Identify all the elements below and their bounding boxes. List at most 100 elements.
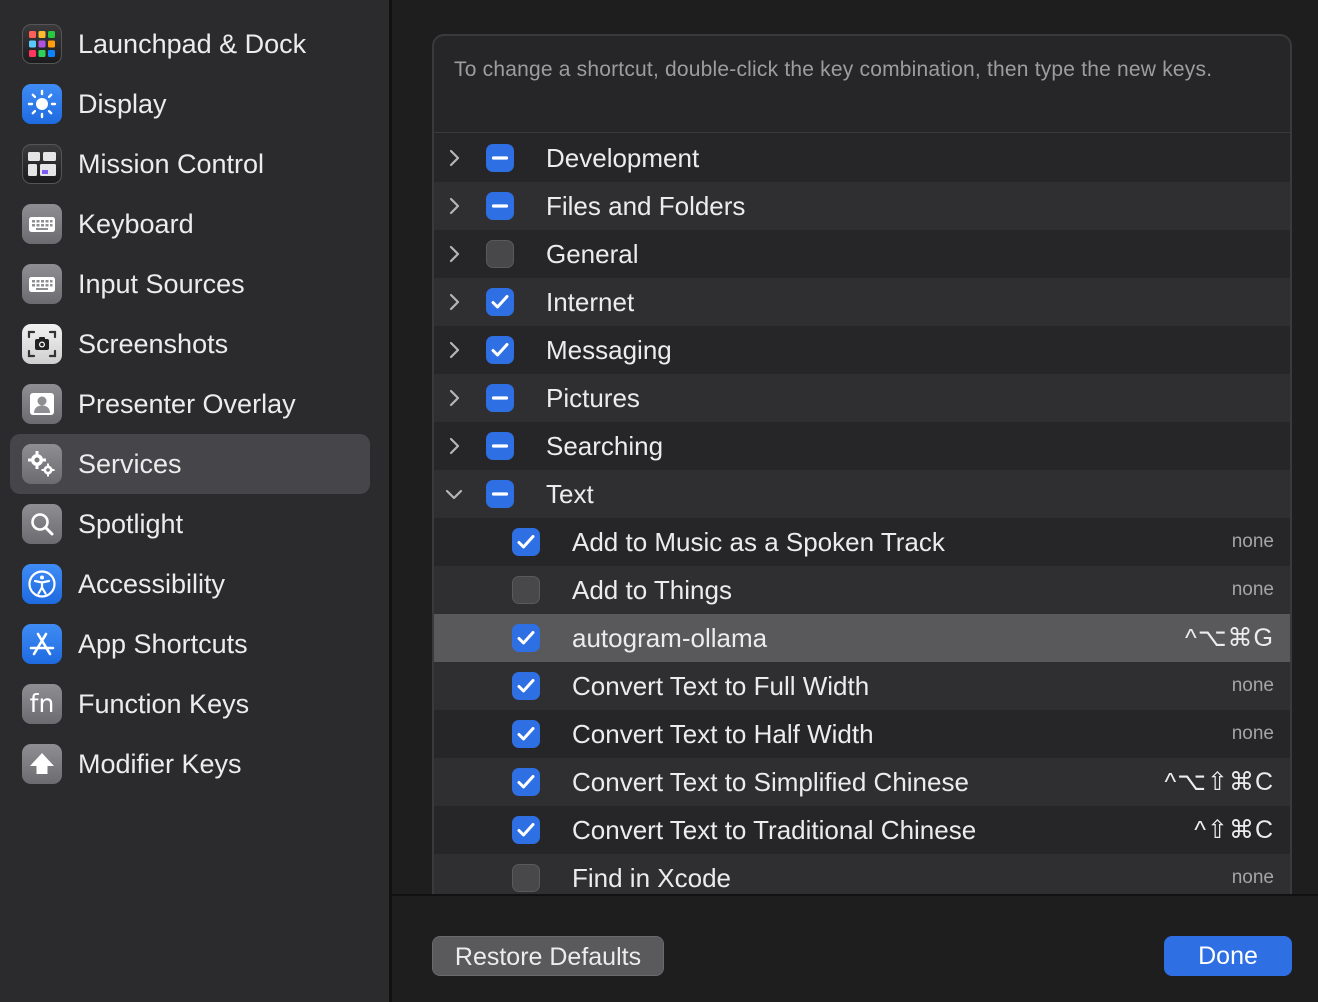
- checkbox[interactable]: [512, 576, 540, 604]
- accessibility-icon: [22, 564, 62, 604]
- sidebar-item-services[interactable]: Services: [10, 434, 370, 494]
- category-row[interactable]: Messaging: [434, 326, 1290, 374]
- chevron-right-icon[interactable]: [442, 386, 466, 410]
- magnifier-icon: [22, 504, 62, 544]
- sidebar-item-keyboard[interactable]: Keyboard: [10, 194, 370, 254]
- sun-icon: [22, 84, 62, 124]
- sidebar-item-screenshots[interactable]: Screenshots: [10, 314, 370, 374]
- checkmark-icon: [517, 679, 535, 693]
- category-row[interactable]: Internet: [434, 278, 1290, 326]
- dash-icon: [491, 492, 509, 496]
- category-label: General: [546, 239, 639, 269]
- chevron-down-icon[interactable]: [442, 482, 466, 506]
- chevron-right-icon[interactable]: [442, 338, 466, 362]
- sidebar-item-spotlight[interactable]: Spotlight: [10, 494, 370, 554]
- sidebar-item-input-sources[interactable]: Input Sources: [10, 254, 370, 314]
- dash-icon: [491, 204, 509, 208]
- shortcut-field[interactable]: none: [1232, 566, 1274, 614]
- camera-icon: [22, 324, 62, 364]
- done-button[interactable]: Done: [1164, 936, 1292, 976]
- category-row[interactable]: Searching: [434, 422, 1290, 470]
- checkbox[interactable]: [512, 768, 540, 796]
- service-row[interactable]: Add to Music as a Spoken Track none: [434, 518, 1290, 566]
- up-arrow-icon: [22, 744, 62, 784]
- chevron-right-icon[interactable]: [442, 290, 466, 314]
- chevron-right-icon[interactable]: [442, 242, 466, 266]
- sidebar-item-label: Modifier Keys: [78, 749, 242, 779]
- service-label: Convert Text to Full Width: [572, 671, 870, 701]
- divider: [392, 894, 1318, 896]
- category-label: Internet: [546, 287, 635, 317]
- dash-icon: [491, 444, 509, 448]
- sidebar-item-label: Presenter Overlay: [78, 389, 296, 419]
- checkbox[interactable]: [512, 720, 540, 748]
- category-row[interactable]: Development: [434, 134, 1290, 182]
- checkmark-icon: [517, 727, 535, 741]
- chevron-right-icon[interactable]: [442, 194, 466, 218]
- checkbox[interactable]: [512, 528, 540, 556]
- checkbox[interactable]: [512, 816, 540, 844]
- category-label: Files and Folders: [546, 191, 746, 221]
- sidebar-item-label: Spotlight: [78, 509, 184, 539]
- checkmark-icon: [517, 631, 535, 645]
- sidebar-item-launchpad-dock[interactable]: Launchpad & Dock: [10, 14, 370, 74]
- fn-icon: fn: [22, 684, 62, 724]
- checkbox[interactable]: [486, 240, 514, 268]
- service-row[interactable]: autogram-ollama ^⌥⌘G: [434, 614, 1290, 662]
- shortcut-field[interactable]: ^⌥⌘G: [1185, 614, 1274, 662]
- shortcut-field[interactable]: none: [1232, 854, 1274, 894]
- service-row[interactable]: Convert Text to Full Width none: [434, 662, 1290, 710]
- shortcut-field[interactable]: ^⌥⇧⌘C: [1164, 758, 1274, 806]
- sidebar-item-mission-control[interactable]: Mission Control: [10, 134, 370, 194]
- chevron-right-icon[interactable]: [442, 434, 466, 458]
- sidebar-item-function-keys[interactable]: fn Function Keys: [10, 674, 370, 734]
- app-store-icon: [22, 624, 62, 664]
- category-row[interactable]: Pictures: [434, 374, 1290, 422]
- checkbox[interactable]: [486, 144, 514, 172]
- sidebar: Launchpad & Dock Display Mission Control…: [0, 0, 389, 1002]
- shortcut-field[interactable]: none: [1232, 710, 1274, 758]
- service-row[interactable]: Convert Text to Traditional Chinese ^⇧⌘C: [434, 806, 1290, 854]
- checkbox[interactable]: [512, 624, 540, 652]
- sidebar-item-label: Input Sources: [78, 269, 245, 299]
- sidebar-item-modifier-keys[interactable]: Modifier Keys: [10, 734, 370, 794]
- dash-icon: [491, 156, 509, 160]
- checkbox[interactable]: [512, 864, 540, 892]
- checkbox[interactable]: [486, 480, 514, 508]
- category-label: Development: [546, 143, 700, 173]
- shortcut-field[interactable]: none: [1232, 518, 1274, 566]
- checkbox[interactable]: [486, 288, 514, 316]
- sidebar-item-display[interactable]: Display: [10, 74, 370, 134]
- service-row[interactable]: Convert Text to Half Width none: [434, 710, 1290, 758]
- chevron-right-icon[interactable]: [442, 146, 466, 170]
- category-row[interactable]: General: [434, 230, 1290, 278]
- sidebar-item-presenter-overlay[interactable]: Presenter Overlay: [10, 374, 370, 434]
- checkbox[interactable]: [486, 432, 514, 460]
- divider: [434, 132, 1290, 133]
- service-label: Add to Things: [572, 575, 732, 605]
- restore-defaults-button[interactable]: Restore Defaults: [432, 936, 664, 976]
- keyboard-icon: [22, 204, 62, 244]
- sidebar-item-app-shortcuts[interactable]: App Shortcuts: [10, 614, 370, 674]
- checkbox[interactable]: [486, 336, 514, 364]
- person-icon: [22, 384, 62, 424]
- service-row[interactable]: Add to Things none: [434, 566, 1290, 614]
- shortcut-field[interactable]: none: [1232, 662, 1274, 710]
- service-label: Convert Text to Simplified Chinese: [572, 767, 969, 797]
- sidebar-item-label: Display: [78, 89, 167, 119]
- launchpad-icon: [22, 24, 62, 64]
- sidebar-item-accessibility[interactable]: Accessibility: [10, 554, 370, 614]
- checkbox[interactable]: [512, 672, 540, 700]
- sidebar-item-label: Accessibility: [78, 569, 226, 599]
- service-row[interactable]: Convert Text to Simplified Chinese ^⌥⇧⌘C: [434, 758, 1290, 806]
- category-label: Messaging: [546, 335, 672, 365]
- sidebar-item-label: App Shortcuts: [78, 629, 248, 659]
- category-row[interactable]: Files and Folders: [434, 182, 1290, 230]
- shortcut-field[interactable]: ^⇧⌘C: [1194, 806, 1274, 854]
- checkmark-icon: [517, 535, 535, 549]
- checkbox[interactable]: [486, 384, 514, 412]
- checkbox[interactable]: [486, 192, 514, 220]
- service-row[interactable]: Find in Xcode none: [434, 854, 1290, 894]
- category-row[interactable]: Text: [434, 470, 1290, 518]
- sidebar-item-label: Function Keys: [78, 689, 250, 719]
